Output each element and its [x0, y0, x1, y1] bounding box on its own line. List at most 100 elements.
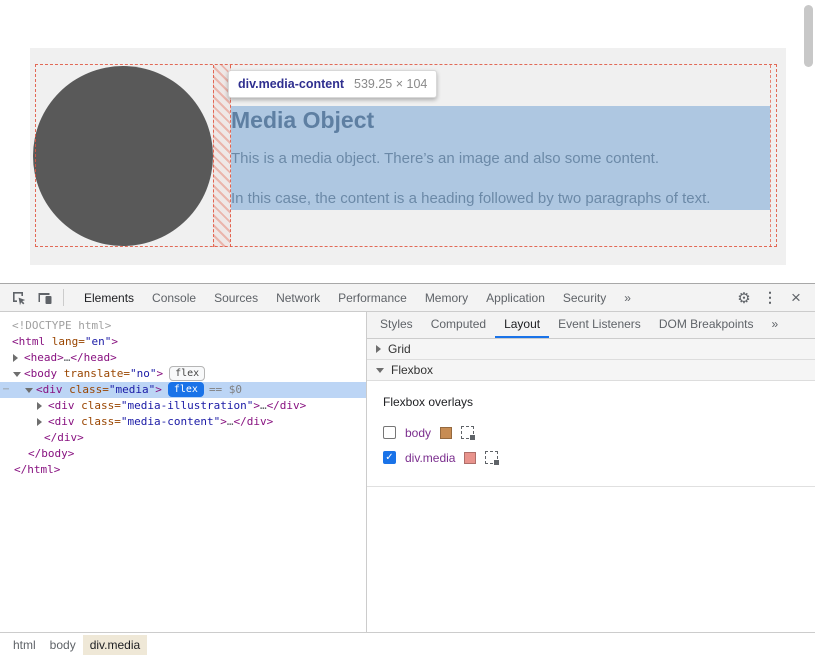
code-token: </div> [44, 431, 84, 444]
tree-node[interactable]: <html lang="en"> [0, 334, 366, 350]
code-token: > [156, 367, 163, 380]
code-token: </div> [267, 399, 307, 412]
inspect-tooltip: div.media-content 539.25 × 104 [228, 70, 437, 98]
color-swatch[interactable] [464, 452, 476, 464]
sidebar-tab-layout[interactable]: Layout [495, 312, 549, 338]
tooltip-selector: div.media-content [238, 77, 344, 91]
tab-sources[interactable]: Sources [205, 284, 267, 311]
flexbox-section-content: Flexbox overlays body ✓ div.media [367, 381, 815, 487]
tree-node[interactable]: <div class="media-illustration">…</div> [0, 398, 366, 414]
flex-overlay-content-edge [770, 65, 771, 247]
flex-badge[interactable]: flex [169, 366, 205, 381]
code-token: > [155, 383, 162, 396]
tree-node[interactable]: ⋯ <div class="media"> flex == $0 [0, 382, 366, 398]
sidebar-tab-styles[interactable]: Styles [371, 312, 422, 338]
elements-sidebar: StylesComputedLayoutEvent ListenersDOM B… [367, 312, 815, 633]
section-grid[interactable]: Grid [367, 339, 815, 360]
sidebar-tabs: StylesComputedLayoutEvent ListenersDOM B… [367, 312, 815, 339]
code-token: … [260, 399, 267, 412]
dollar-zero-hint: == $0 [209, 383, 242, 396]
breadcrumb-item-html[interactable]: html [6, 635, 43, 655]
devtools-toolbar: ElementsConsoleSourcesNetworkPerformance… [0, 284, 815, 312]
disclosure-right-icon[interactable] [37, 402, 42, 410]
more-options-kebab-icon[interactable]: ⋮ [757, 285, 783, 311]
code-token: <div [48, 415, 75, 428]
color-swatch[interactable] [440, 427, 452, 439]
tree-node[interactable]: </div> [0, 430, 366, 446]
code-token: <html [12, 335, 45, 348]
overlay-checkbox[interactable]: ✓ [383, 451, 396, 464]
more-sidebar-tabs-chevron[interactable]: » [763, 312, 788, 338]
code-token: <!DOCTYPE html> [12, 319, 111, 332]
tab-memory[interactable]: Memory [416, 284, 477, 311]
sidebar-tab-event-listeners[interactable]: Event Listeners [549, 312, 650, 338]
code-token: "media-content" [121, 415, 220, 428]
breadcrumb-item-div-media[interactable]: div.media [83, 635, 147, 655]
tooltip-dimensions: 539.25 × 104 [354, 77, 427, 91]
tab-application[interactable]: Application [477, 284, 554, 311]
tab-console[interactable]: Console [143, 284, 205, 311]
tree-node[interactable]: <div class="media-content">…</div> [0, 414, 366, 430]
sidebar-tab-computed[interactable]: Computed [422, 312, 495, 338]
overlay-picker-icon[interactable] [461, 426, 474, 439]
code-token: class= [75, 415, 121, 428]
overlay-row: body [383, 420, 799, 445]
overlay-checkbox[interactable] [383, 426, 396, 439]
grid-section-label: Grid [388, 342, 411, 356]
tree-node[interactable]: <!DOCTYPE html> [0, 318, 366, 334]
tab-elements[interactable]: Elements [75, 284, 143, 311]
code-token: </head> [70, 351, 116, 364]
disclosure-right-icon[interactable] [37, 418, 42, 426]
tree-node[interactable]: </html> [0, 462, 366, 478]
tree-node[interactable]: <body translate="no">flex [0, 366, 366, 382]
tab-network[interactable]: Network [267, 284, 329, 311]
code-token: > [111, 335, 118, 348]
devtools-main: <!DOCTYPE html><html lang="en"><head>…</… [0, 312, 815, 633]
code-token: "media" [109, 383, 155, 396]
code-token: "media-illustration" [121, 399, 253, 412]
sidebar-tab-dom-breakpoints[interactable]: DOM Breakpoints [650, 312, 763, 338]
code-token: <head> [24, 351, 64, 364]
inspect-element-icon[interactable] [6, 285, 32, 311]
more-panels-chevron[interactable]: » [615, 284, 640, 311]
code-token: lang= [45, 335, 85, 348]
breadcrumb-item-body[interactable]: body [43, 635, 83, 655]
code-token: </body> [28, 447, 74, 460]
device-toolbar-icon[interactable] [32, 285, 58, 311]
tree-node[interactable]: </body> [0, 446, 366, 462]
code-token: </html> [14, 463, 60, 476]
flexbox-overlays-title: Flexbox overlays [383, 395, 799, 409]
tab-security[interactable]: Security [554, 284, 615, 311]
disclosure-down-icon[interactable] [25, 388, 33, 393]
code-token: <body [24, 367, 57, 380]
code-token: class= [63, 383, 109, 396]
toolbar-separator [63, 289, 64, 306]
overlay-element-label[interactable]: body [405, 426, 431, 440]
code-token: </div> [233, 415, 273, 428]
section-flexbox[interactable]: Flexbox [367, 360, 815, 381]
elements-tree: <!DOCTYPE html><html lang="en"><head>…</… [0, 312, 367, 633]
overlay-picker-icon[interactable] [485, 451, 498, 464]
chevron-right-icon [376, 345, 381, 353]
devtools-tabs: ElementsConsoleSourcesNetworkPerformance… [75, 284, 640, 311]
browser-viewport: Media Object This is a media object. The… [0, 0, 815, 283]
close-devtools-icon[interactable]: × [783, 285, 809, 311]
screen: Media Object This is a media object. The… [0, 0, 815, 656]
code-token: "no" [130, 367, 157, 380]
code-token: <div [48, 399, 75, 412]
overlay-element-label[interactable]: div.media [405, 451, 455, 465]
page-scrollbar-thumb[interactable] [804, 5, 813, 67]
code-token: > [253, 399, 260, 412]
disclosure-right-icon[interactable] [13, 354, 18, 362]
tab-performance[interactable]: Performance [329, 284, 416, 311]
flex-badge[interactable]: flex [168, 382, 204, 397]
breadcrumb: htmlbodydiv.media [0, 632, 815, 656]
devtools-panel: ElementsConsoleSourcesNetworkPerformance… [0, 283, 815, 656]
node-more-dots-icon[interactable]: ⋯ [3, 382, 9, 398]
disclosure-down-icon[interactable] [13, 372, 21, 377]
code-token: <div [36, 383, 63, 396]
settings-gear-icon[interactable]: ⚙ [731, 285, 757, 311]
tree-node[interactable]: <head>…</head> [0, 350, 366, 366]
flexbox-section-label: Flexbox [391, 363, 433, 377]
code-token: "en" [85, 335, 112, 348]
